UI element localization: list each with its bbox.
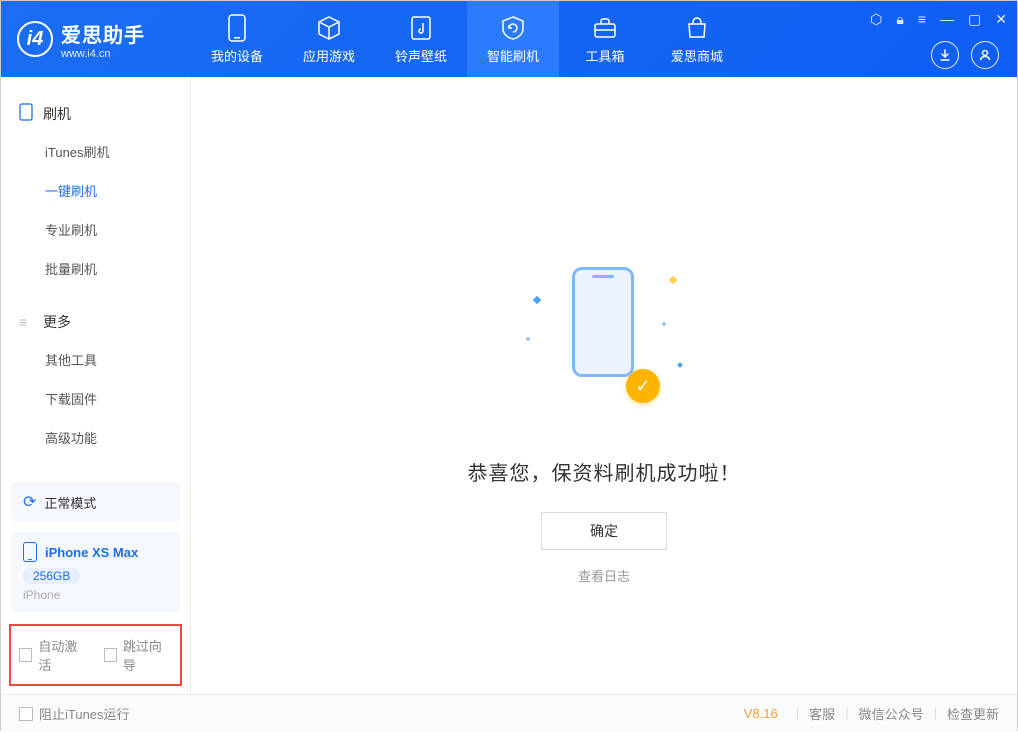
sidebar-item-batch-flash[interactable]: 批量刷机 <box>1 249 190 288</box>
sidebar-item-advanced[interactable]: 高级功能 <box>1 418 190 457</box>
logo-icon: i4 <box>17 21 53 57</box>
nav-my-device[interactable]: 我的设备 <box>191 1 283 77</box>
sparkle-icon <box>533 296 541 304</box>
sidebar-item-itunes-flash[interactable]: iTunes刷机 <box>1 132 190 171</box>
music-file-icon <box>407 14 435 42</box>
section-title: 刷机 <box>43 104 71 124</box>
view-log-link[interactable]: 查看日志 <box>578 566 630 585</box>
device-info-row[interactable]: iPhone XS Max 256GB iPhone <box>11 532 180 612</box>
sparkle-icon <box>677 362 683 368</box>
device-mode-row[interactable]: ⟳ 正常模式 <box>11 482 180 522</box>
lock-icon[interactable]: 🔒︎ <box>896 11 903 28</box>
window-controls: ⬡ 🔒︎ ≡ — ▢ ✕ <box>870 11 1007 28</box>
refresh-shield-icon <box>499 14 527 42</box>
status-bar: 阻止iTunes运行 V8.16 | 客服 | 微信公众号 | 检查更新 <box>1 694 1017 732</box>
phone-graphic <box>572 267 634 377</box>
checkbox-label: 自动激活 <box>38 636 87 674</box>
checkbox-block-itunes[interactable]: 阻止iTunes运行 <box>19 704 130 723</box>
device-icon <box>223 14 251 42</box>
sidebar: 刷机 iTunes刷机 一键刷机 专业刷机 批量刷机 ≡ 更多 其他工具 下载固… <box>1 77 191 694</box>
nav-smart-flash[interactable]: 智能刷机 <box>467 1 559 77</box>
checkbox-label: 跳过向导 <box>123 636 172 674</box>
bag-icon <box>683 14 711 42</box>
app-name-cn: 爱思助手 <box>61 19 145 48</box>
menu-icon[interactable]: ≡ <box>918 11 926 28</box>
device-capacity: 256GB <box>23 568 80 584</box>
section-title: 更多 <box>43 312 71 332</box>
logo[interactable]: i4 爱思助手 www.i4.cn <box>1 19 191 60</box>
minimize-button[interactable]: — <box>940 11 954 28</box>
nav-store[interactable]: 爱思商城 <box>651 1 743 77</box>
checkbox-icon <box>104 648 117 662</box>
close-button[interactable]: ✕ <box>995 11 1007 28</box>
maximize-button[interactable]: ▢ <box>968 11 981 28</box>
checkbox-icon <box>19 648 32 662</box>
phone-icon <box>19 103 35 124</box>
header: i4 爱思助手 www.i4.cn 我的设备 应用游戏 铃声壁纸 智能刷机 工具… <box>1 1 1017 77</box>
refresh-icon: ⟳ <box>23 492 36 512</box>
nav-ringtone-wallpaper[interactable]: 铃声壁纸 <box>375 1 467 77</box>
nav-label: 工具箱 <box>585 46 624 65</box>
cube-icon <box>315 14 343 42</box>
phone-icon <box>23 542 37 562</box>
checkbox-icon <box>19 707 33 721</box>
version-label: V8.16 <box>744 706 778 721</box>
checkbox-skip-guide[interactable]: 跳过向导 <box>104 636 173 674</box>
checkbox-label: 阻止iTunes运行 <box>39 704 130 723</box>
sidebar-item-other-tools[interactable]: 其他工具 <box>1 340 190 379</box>
nav-label: 我的设备 <box>211 46 263 65</box>
main-content: ✓ 恭喜您，保资料刷机成功啦！ 确定 查看日志 <box>191 77 1017 694</box>
check-badge-icon: ✓ <box>626 369 660 403</box>
nav-label: 智能刷机 <box>487 46 539 65</box>
sidebar-section-more[interactable]: ≡ 更多 <box>1 304 190 340</box>
sidebar-item-pro-flash[interactable]: 专业刷机 <box>1 210 190 249</box>
sidebar-item-onekey-flash[interactable]: 一键刷机 <box>1 171 190 210</box>
highlighted-options: 自动激活 跳过向导 <box>9 624 182 686</box>
ok-button[interactable]: 确定 <box>541 512 667 550</box>
checkbox-auto-activate[interactable]: 自动激活 <box>19 636 88 674</box>
link-support[interactable]: 客服 <box>809 704 835 723</box>
device-mode: 正常模式 <box>44 493 96 512</box>
device-type: iPhone <box>23 588 168 602</box>
list-icon: ≡ <box>19 314 35 330</box>
nav-label: 应用游戏 <box>303 46 355 65</box>
dot-icon <box>526 337 530 341</box>
nav-apps-games[interactable]: 应用游戏 <box>283 1 375 77</box>
dot-icon <box>662 322 666 326</box>
toolbox-icon <box>591 14 619 42</box>
link-wechat[interactable]: 微信公众号 <box>859 704 924 723</box>
sidebar-item-download-firmware[interactable]: 下载固件 <box>1 379 190 418</box>
nav-toolbox[interactable]: 工具箱 <box>559 1 651 77</box>
sparkle-icon <box>669 276 677 284</box>
sidebar-section-flash[interactable]: 刷机 <box>1 95 190 132</box>
success-message: 恭喜您，保资料刷机成功啦！ <box>468 457 741 486</box>
success-illustration: ✓ <box>554 267 654 397</box>
device-name: iPhone XS Max <box>45 545 138 560</box>
main-nav: 我的设备 应用游戏 铃声壁纸 智能刷机 工具箱 爱思商城 <box>191 1 743 77</box>
nav-label: 爱思商城 <box>671 46 723 65</box>
app-name-en: www.i4.cn <box>61 48 145 60</box>
download-button[interactable] <box>931 41 959 69</box>
user-button[interactable] <box>971 41 999 69</box>
shirt-icon[interactable]: ⬡ <box>870 11 882 28</box>
link-check-update[interactable]: 检查更新 <box>947 704 999 723</box>
nav-label: 铃声壁纸 <box>395 46 447 65</box>
